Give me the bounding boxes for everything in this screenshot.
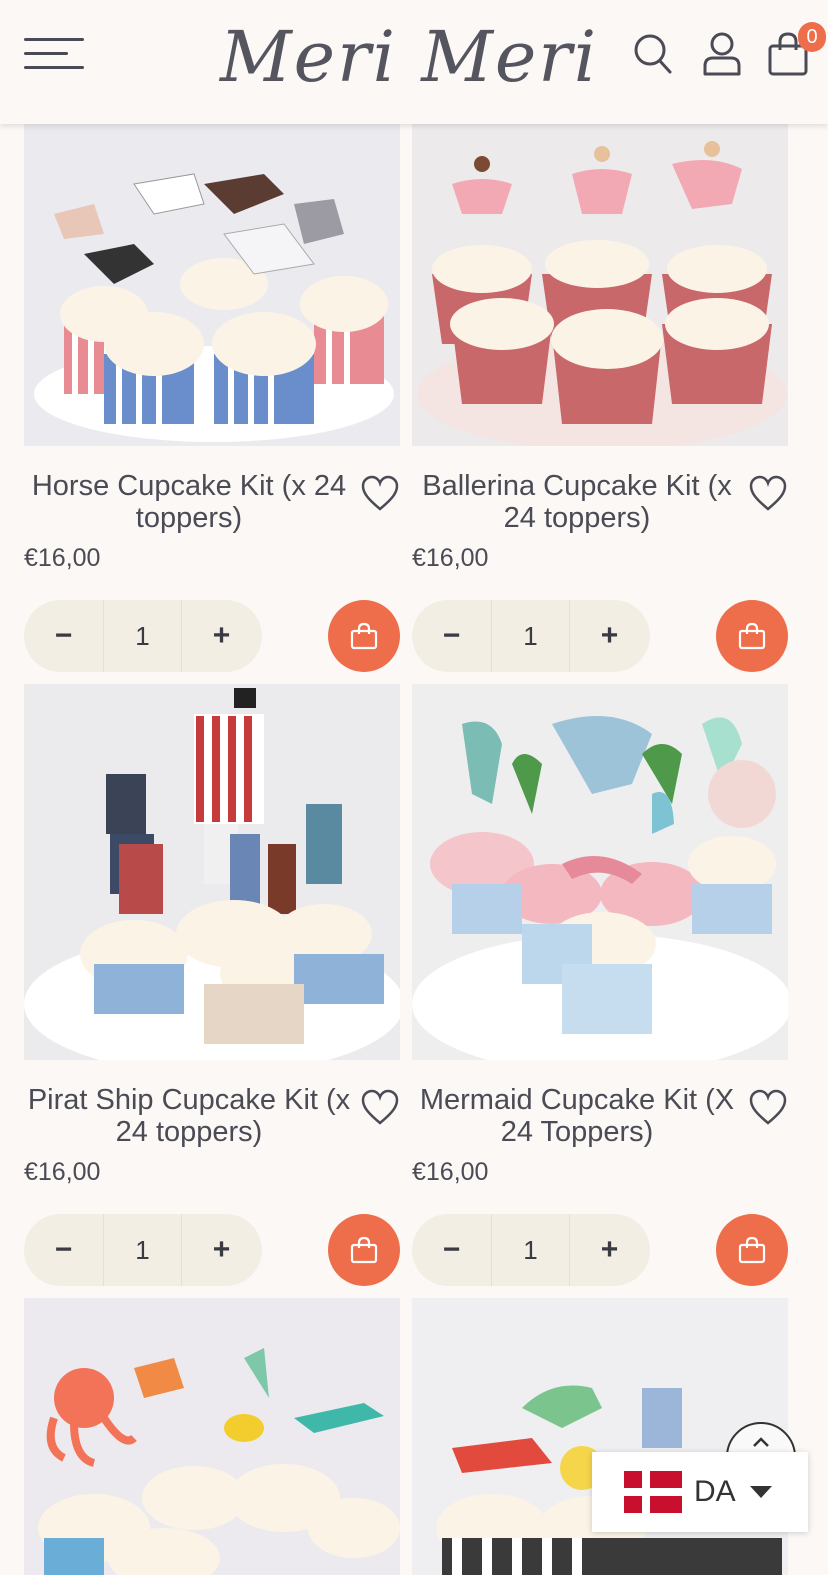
site-header: Meri Meri 0 bbox=[0, 0, 828, 124]
add-to-cart-button[interactable] bbox=[328, 600, 400, 672]
increase-quantity-button[interactable]: + bbox=[570, 600, 649, 672]
quantity-value[interactable]: 1 bbox=[103, 600, 182, 672]
product-image[interactable] bbox=[24, 684, 400, 1060]
add-to-cart-button[interactable] bbox=[328, 1214, 400, 1286]
quantity-value[interactable]: 1 bbox=[491, 600, 570, 672]
product-image[interactable] bbox=[412, 124, 788, 446]
product-title[interactable]: Horse Cupcake Kit (x 24 toppers) bbox=[24, 470, 354, 534]
increase-quantity-button[interactable]: + bbox=[570, 1214, 649, 1286]
language-code: DA bbox=[694, 1475, 736, 1508]
product-image[interactable] bbox=[24, 124, 400, 446]
wishlist-heart-icon[interactable] bbox=[748, 1088, 788, 1128]
add-to-cart-button[interactable] bbox=[716, 600, 788, 672]
add-to-cart-button[interactable] bbox=[716, 1214, 788, 1286]
language-selector[interactable]: DA bbox=[592, 1452, 808, 1532]
product-price: €16,00 bbox=[24, 544, 101, 572]
quantity-value[interactable]: 1 bbox=[103, 1214, 182, 1286]
decrease-quantity-button[interactable]: − bbox=[412, 600, 491, 672]
shopping-bag-icon bbox=[738, 622, 766, 650]
product-title[interactable]: Ballerina Cupcake Kit (x 24 toppers) bbox=[412, 470, 742, 534]
cart-count-badge: 0 bbox=[798, 22, 826, 52]
denmark-flag-icon bbox=[624, 1471, 682, 1513]
product-title[interactable]: Pirat Ship Cupcake Kit (x 24 toppers) bbox=[24, 1084, 354, 1148]
product-title[interactable]: Mermaid Cupcake Kit (X 24 Toppers) bbox=[412, 1084, 742, 1148]
product-price: €16,00 bbox=[412, 544, 489, 572]
increase-quantity-button[interactable]: + bbox=[182, 600, 261, 672]
product-image[interactable] bbox=[24, 1298, 400, 1575]
quantity-stepper: − 1 + bbox=[412, 600, 650, 672]
search-icon[interactable] bbox=[632, 30, 676, 78]
product-card-ballerina: Ballerina Cupcake Kit (x 24 toppers) €16… bbox=[412, 124, 788, 672]
decrease-quantity-button[interactable]: − bbox=[412, 1214, 491, 1286]
product-card-mermaid: Mermaid Cupcake Kit (X 24 Toppers) €16,0… bbox=[412, 684, 788, 1286]
meri-meri-logo[interactable]: Meri Meri bbox=[220, 12, 600, 102]
shopping-bag-icon bbox=[738, 1236, 766, 1264]
decrease-quantity-button[interactable]: − bbox=[24, 1214, 103, 1286]
shopping-bag-icon bbox=[350, 622, 378, 650]
product-card-sea bbox=[24, 1298, 400, 1575]
hamburger-menu-icon[interactable] bbox=[24, 36, 84, 72]
product-card-pirate: Pirat Ship Cupcake Kit (x 24 toppers) €1… bbox=[24, 684, 400, 1286]
decrease-quantity-button[interactable]: − bbox=[24, 600, 103, 672]
wishlist-heart-icon[interactable] bbox=[748, 474, 788, 514]
product-image[interactable] bbox=[412, 684, 788, 1060]
product-price: €16,00 bbox=[412, 1158, 489, 1186]
increase-quantity-button[interactable]: + bbox=[182, 1214, 261, 1286]
quantity-stepper: − 1 + bbox=[412, 1214, 650, 1286]
product-card-horse: Horse Cupcake Kit (x 24 toppers) €16,00 … bbox=[24, 124, 400, 672]
product-price: €16,00 bbox=[24, 1158, 101, 1186]
account-icon[interactable] bbox=[700, 30, 744, 78]
shopping-bag-icon bbox=[350, 1236, 378, 1264]
wishlist-heart-icon[interactable] bbox=[360, 474, 400, 514]
caret-down-icon bbox=[749, 1486, 772, 1498]
quantity-value[interactable]: 1 bbox=[491, 1214, 570, 1286]
quantity-stepper: − 1 + bbox=[24, 600, 262, 672]
wishlist-heart-icon[interactable] bbox=[360, 1088, 400, 1128]
quantity-stepper: − 1 + bbox=[24, 1214, 262, 1286]
chevron-up-icon bbox=[753, 1437, 769, 1447]
